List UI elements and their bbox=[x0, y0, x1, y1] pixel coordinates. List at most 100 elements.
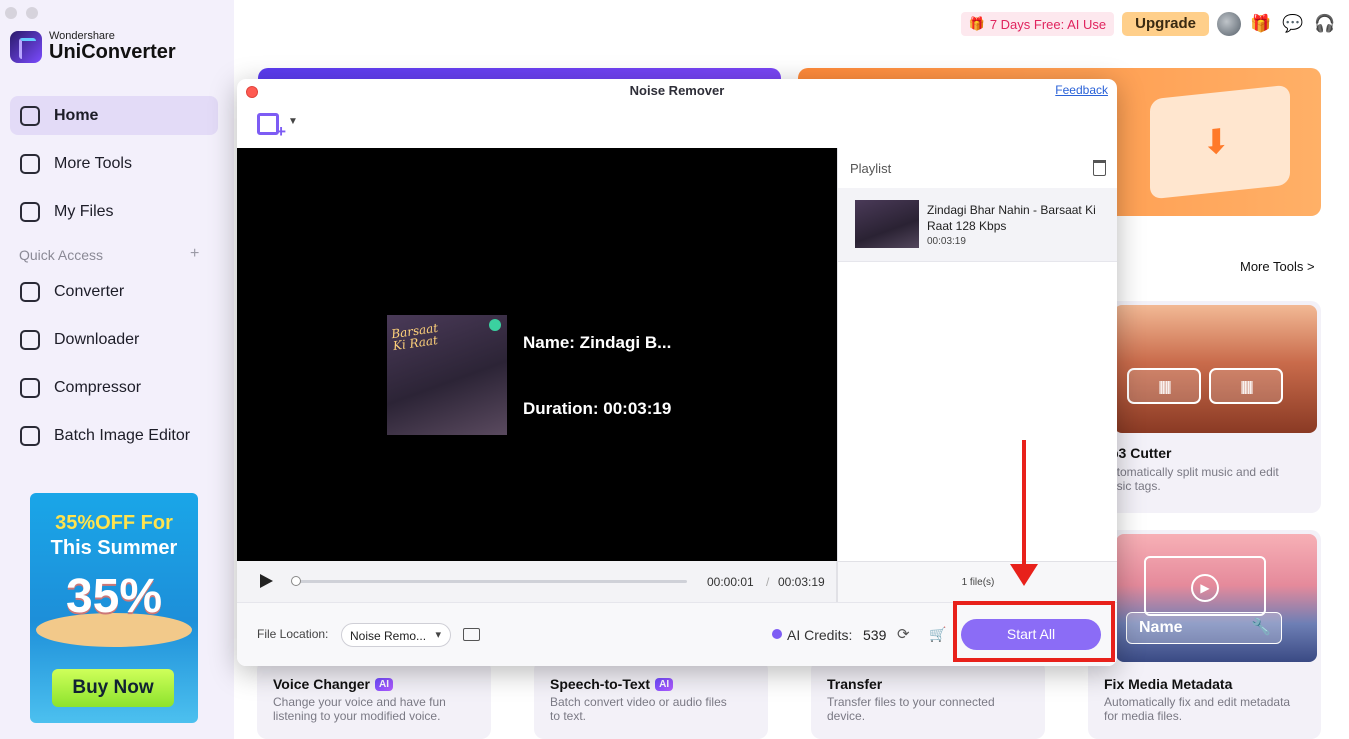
card-desc-line: for media files. bbox=[1104, 709, 1183, 723]
free-trial-label: 7 Days Free: AI Use bbox=[989, 16, 1107, 32]
name-tag-label: Name bbox=[1139, 619, 1183, 636]
sidebar-item-home[interactable]: Home bbox=[10, 96, 218, 135]
gift-box-icon[interactable]: 🎁 bbox=[1249, 12, 1273, 36]
total-time: 00:03:19 bbox=[778, 575, 825, 589]
sidebar-item-my-files[interactable]: My Files bbox=[10, 192, 218, 231]
add-quick-access-button[interactable]: + bbox=[190, 245, 199, 263]
sidebar-item-label: Compressor bbox=[54, 378, 142, 396]
card-title: Fix Media Metadata bbox=[1104, 676, 1233, 692]
seek-bar[interactable] bbox=[290, 576, 687, 586]
playlist-panel: Playlist Zindagi Bhar Nahin - Barsaat Ki… bbox=[837, 148, 1117, 602]
file-icon bbox=[20, 201, 40, 222]
card-title-wrap: Speech-to-Text AI bbox=[550, 676, 674, 692]
tool-card-mp3-cutter[interactable]: ||||||| ||||||| p3 Cutter utomatically s… bbox=[1088, 301, 1321, 513]
card-desc-line: listening to your modified voice. bbox=[273, 709, 441, 723]
card-description: Automatically fix and edit metadata for … bbox=[1104, 695, 1290, 723]
sidebar: Wondershare UniConverter Home More Tools… bbox=[0, 0, 234, 739]
buy-now-button[interactable]: Buy Now bbox=[52, 669, 174, 707]
chevron-down-icon[interactable]: ▼ bbox=[288, 116, 298, 127]
compressor-icon bbox=[20, 377, 40, 398]
refresh-icon[interactable]: ⟳ bbox=[897, 625, 910, 643]
card-desc-line: Change your voice and have fun bbox=[273, 695, 446, 709]
headset-icon[interactable]: 🎧 bbox=[1313, 12, 1337, 36]
card-desc-line: Batch convert video or audio files bbox=[550, 695, 727, 709]
card-desc-line: Transfer files to your connected bbox=[827, 695, 995, 709]
brand: Wondershare UniConverter bbox=[10, 30, 176, 63]
list-item[interactable]: Zindagi Bhar Nahin - Barsaat Ki Raat 128… bbox=[838, 188, 1117, 262]
home-icon bbox=[20, 105, 40, 126]
playlist-item-duration: 00:03:19 bbox=[927, 236, 966, 247]
sidebar-item-batch-image-editor[interactable]: Batch Image Editor bbox=[10, 416, 218, 455]
promo-line-1: 35%OFF For bbox=[55, 512, 173, 534]
free-trial-badge[interactable]: 🎁 7 Days Free: AI Use bbox=[960, 12, 1115, 36]
card-desc-line: to text. bbox=[550, 709, 587, 723]
card-description: Transfer files to your connected device. bbox=[827, 695, 995, 723]
sidebar-item-converter[interactable]: Converter bbox=[10, 272, 218, 311]
add-file-icon[interactable] bbox=[257, 113, 286, 142]
tool-card-transfer[interactable]: Transfer Transfer files to your connecte… bbox=[811, 660, 1045, 739]
card-description: utomatically split music and edit usic t… bbox=[1110, 465, 1279, 493]
feedback-link[interactable]: Feedback bbox=[1055, 83, 1108, 97]
gift-icon: 🎁 bbox=[968, 16, 985, 31]
annotation-arrow-head bbox=[1010, 564, 1038, 586]
media-name: Name: Zindagi B... bbox=[523, 333, 672, 352]
app-logo bbox=[10, 30, 42, 63]
label-logo-icon bbox=[489, 319, 501, 331]
play-icon[interactable] bbox=[260, 574, 273, 588]
trash-icon[interactable] bbox=[1093, 160, 1106, 176]
sidebar-item-compressor[interactable]: Compressor bbox=[10, 368, 218, 407]
tool-card-speech-to-text[interactable]: Speech-to-Text AI Batch convert video or … bbox=[534, 660, 768, 739]
file-location-select[interactable]: Noise Remo... bbox=[341, 623, 451, 647]
ai-badge: AI bbox=[655, 678, 674, 691]
download-illustration-icon bbox=[1150, 84, 1290, 200]
sidebar-item-label: Home bbox=[54, 106, 99, 124]
card-description: Batch convert video or audio files to te… bbox=[550, 695, 727, 723]
video-preview: Barsaat Ki Raat Name: Zindagi B... Durat… bbox=[237, 148, 837, 561]
more-tools-link[interactable]: More Tools > bbox=[1240, 259, 1315, 274]
sidebar-item-label: Converter bbox=[54, 282, 125, 300]
toolbox-icon bbox=[20, 153, 40, 174]
sidebar-item-label: Batch Image Editor bbox=[54, 426, 191, 444]
annotation-arrow bbox=[1022, 440, 1026, 568]
promo-title: 35%OFF For This Summer bbox=[30, 511, 198, 561]
converter-icon bbox=[20, 281, 40, 302]
playback-controls: 00:00:01 / 00:03:19 bbox=[237, 561, 837, 602]
metadata-thumbnail: ▶ Name 🔧 bbox=[1116, 534, 1317, 662]
time-separator: / bbox=[766, 575, 770, 589]
avatar[interactable] bbox=[1217, 12, 1241, 36]
mp3-cutter-thumbnail: ||||||| ||||||| bbox=[1114, 305, 1317, 433]
current-time: 00:00:01 bbox=[707, 575, 754, 589]
brand-name: UniConverter bbox=[49, 41, 176, 63]
album-cover-title: Barsaat Ki Raat bbox=[390, 321, 441, 353]
sidebar-item-label: Downloader bbox=[54, 330, 140, 348]
file-count: 1 file(s) bbox=[838, 561, 1117, 602]
ai-credits-icon bbox=[772, 629, 782, 639]
card-title: Transfer bbox=[827, 676, 883, 692]
window-close-button[interactable] bbox=[5, 7, 17, 19]
summer-promo-banner[interactable]: 35%OFF For This Summer 35% Buy Now bbox=[30, 493, 198, 723]
folder-icon[interactable] bbox=[463, 628, 480, 641]
sidebar-item-label: My Files bbox=[54, 202, 114, 220]
promo-line-2: This Summer bbox=[50, 537, 178, 559]
upgrade-button[interactable]: Upgrade bbox=[1122, 12, 1209, 36]
album-cover: Barsaat Ki Raat bbox=[387, 315, 507, 435]
ai-credits-label: AI Credits: bbox=[787, 627, 853, 643]
downloader-icon bbox=[20, 329, 40, 350]
card-title: Voice Changer bbox=[273, 676, 370, 692]
seek-handle[interactable] bbox=[290, 576, 301, 586]
card-desc-line: utomatically split music and edit bbox=[1110, 465, 1279, 479]
noise-remover-dialog: Noise Remover Feedback ▼ Barsaat Ki Raat… bbox=[237, 79, 1117, 666]
chat-icon[interactable]: 💬 bbox=[1281, 12, 1305, 36]
cart-icon[interactable]: 🛒 bbox=[929, 626, 946, 643]
sidebar-item-downloader[interactable]: Downloader bbox=[10, 320, 218, 359]
window-minimize-button[interactable] bbox=[26, 7, 38, 19]
playlist-item-name: Zindagi Bhar Nahin - Barsaat Ki Raat 128… bbox=[927, 203, 1096, 233]
card-description: Change your voice and have fun listening… bbox=[273, 695, 446, 723]
tool-card-voice-changer[interactable]: Voice Changer AI Change your voice and ha… bbox=[257, 660, 491, 739]
quick-access-label: Quick Access bbox=[19, 247, 104, 263]
waveform-icon: ||||||| bbox=[1127, 368, 1201, 404]
card-desc-line: usic tags. bbox=[1110, 479, 1161, 493]
tool-card-fix-media-metadata[interactable]: ▶ Name 🔧 Fix Media Metadata Automaticall… bbox=[1088, 530, 1321, 739]
media-duration: Duration: 00:03:19 bbox=[523, 399, 672, 418]
sidebar-item-more-tools[interactable]: More Tools bbox=[10, 144, 218, 183]
